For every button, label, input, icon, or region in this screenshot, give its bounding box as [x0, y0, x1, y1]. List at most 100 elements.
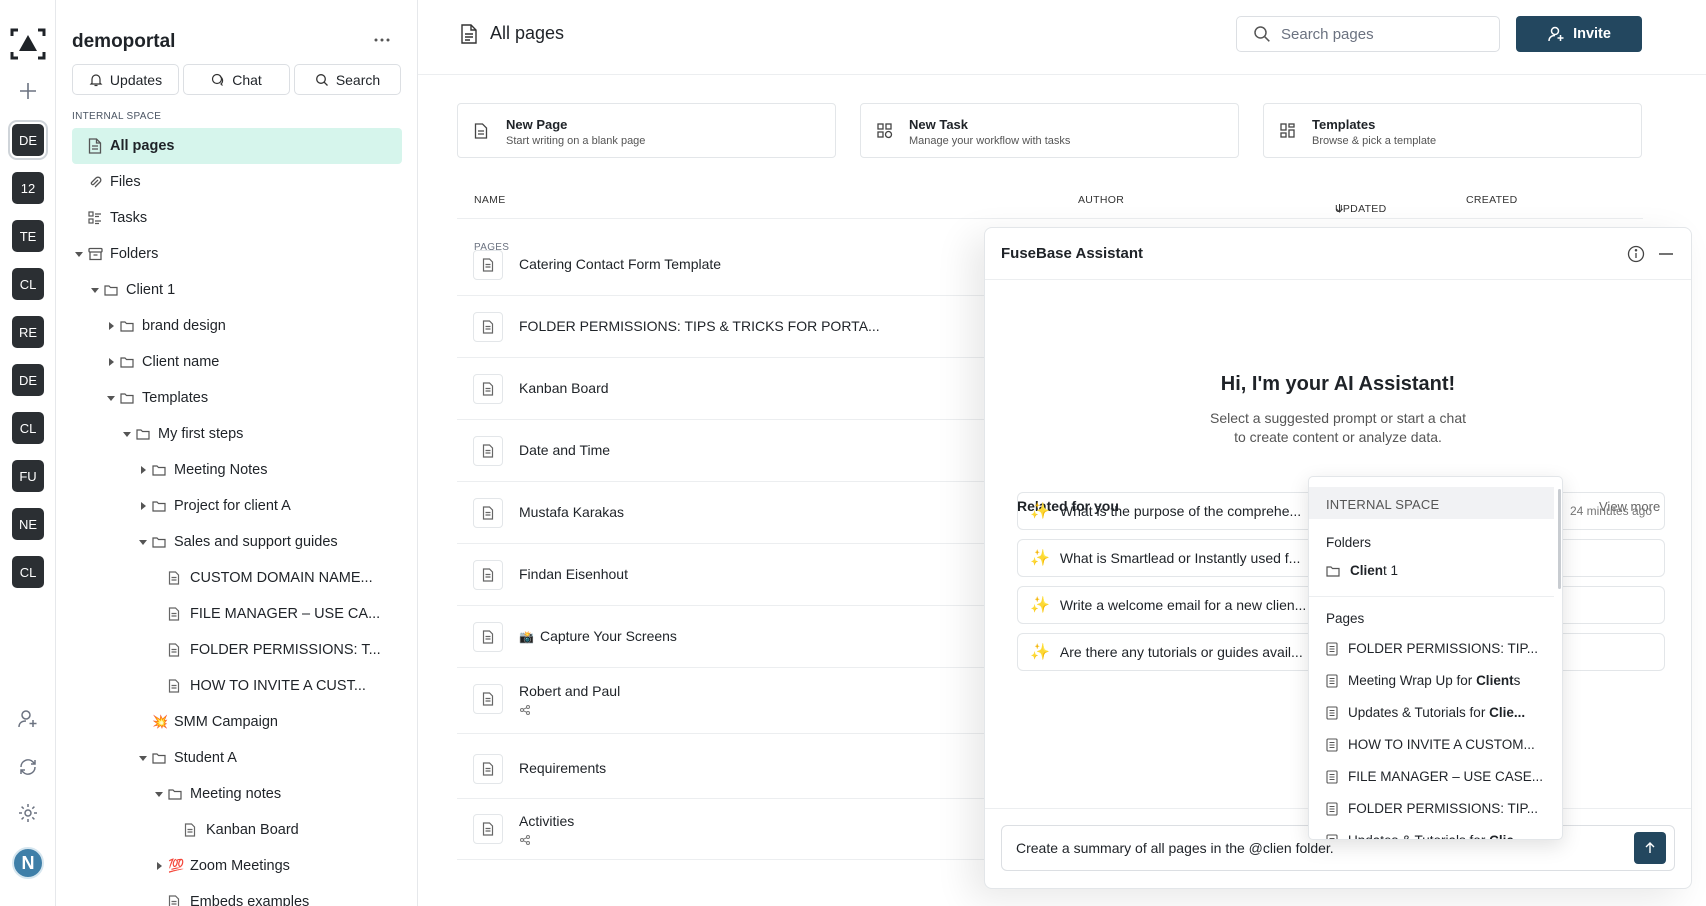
info-icon[interactable]: [1627, 245, 1645, 263]
folder-icon: [120, 356, 134, 368]
workspace-button[interactable]: TE: [12, 220, 44, 252]
updates-tab[interactable]: Updates: [72, 64, 179, 95]
minimize-icon[interactable]: [1657, 245, 1675, 263]
column-created[interactable]: CREATED: [1466, 194, 1518, 206]
page-icon: [184, 823, 196, 837]
label-prefix: FOLDER PERMISSIONS: TIP...: [1348, 801, 1539, 816]
folder-icon: [136, 428, 150, 440]
sidebar-item-label: Project for client A: [174, 498, 291, 514]
pages-icon: [460, 23, 478, 44]
card-subtitle: Browse & pick a template: [1312, 135, 1437, 147]
mention-option-label: FILE MANAGER – USE CASE...: [1348, 769, 1543, 784]
workspace-button[interactable]: RE: [12, 316, 44, 348]
add-workspace-icon[interactable]: [17, 80, 39, 102]
column-name[interactable]: NAME: [474, 194, 506, 206]
label-prefix: Updates & Tutorials for: [1348, 705, 1490, 720]
chevron-right-icon[interactable]: [138, 502, 148, 510]
sidebar-item[interactable]: HOW TO INVITE A CUST...: [72, 668, 402, 704]
chevron-down-icon[interactable]: [74, 250, 84, 258]
new-task-card[interactable]: New Task Manage your workflow with tasks: [860, 103, 1239, 158]
search-pages-input[interactable]: Search pages: [1236, 16, 1500, 52]
sidebar-item[interactable]: Meeting Notes: [72, 452, 402, 488]
row-title: Catering Contact Form Template: [519, 256, 721, 272]
sidebar-item-label: Kanban Board: [206, 822, 299, 838]
mention-option[interactable]: FOLDER PERMISSIONS: TIP...: [1326, 641, 1538, 656]
column-author[interactable]: AUTHOR: [1078, 194, 1124, 206]
templates-card[interactable]: Templates Browse & pick a template: [1263, 103, 1642, 158]
sync-icon[interactable]: [17, 756, 39, 778]
new-page-card[interactable]: New Page Start writing on a blank page: [457, 103, 836, 158]
app-logo-icon[interactable]: [10, 26, 46, 62]
sidebar-item[interactable]: Student A: [72, 740, 402, 776]
chevron-right-icon[interactable]: [106, 358, 116, 366]
burst-emoji: 💥: [152, 714, 169, 729]
sidebar-item[interactable]: Kanban Board: [72, 812, 402, 848]
chevron-down-icon[interactable]: [106, 394, 116, 402]
sidebar-item[interactable]: CUSTOM DOMAIN NAME...: [72, 560, 402, 596]
sidebar-item-label: Client 1: [126, 282, 176, 298]
sidebar-item[interactable]: Templates: [72, 380, 402, 416]
sidebar-item[interactable]: Tasks: [72, 200, 402, 236]
assistant-subtitle-2: to create content or analyze data.: [1234, 429, 1442, 445]
mention-option[interactable]: Meeting Wrap Up for Clients: [1326, 673, 1520, 688]
mention-option[interactable]: HOW TO INVITE A CUSTOM...: [1326, 737, 1535, 752]
sidebar-item[interactable]: Files: [72, 164, 402, 200]
sidebar-item[interactable]: Meeting notes: [72, 776, 402, 812]
chevron-right-icon[interactable]: [138, 466, 148, 474]
folder-icon: [120, 320, 134, 332]
send-button[interactable]: [1634, 832, 1666, 864]
prompt-text: What is the purpose of the comprehe...: [1059, 503, 1302, 519]
invite-button[interactable]: Invite: [1516, 16, 1642, 52]
workspace-button[interactable]: FU: [12, 460, 44, 492]
sidebar-item-label: Templates: [142, 390, 209, 406]
sidebar-item[interactable]: Client 1: [72, 272, 402, 308]
more-options-icon[interactable]: [374, 38, 390, 42]
settings-gear-icon[interactable]: [17, 802, 39, 824]
chevron-down-icon[interactable]: [154, 790, 164, 798]
scrollbar[interactable]: [1558, 489, 1561, 589]
sparkle-icon: ✨: [1030, 503, 1050, 520]
chat-input-value: Create a summary of all pages in the @cl…: [1016, 840, 1334, 856]
sidebar-item[interactable]: 💯 Zoom Meetings: [72, 848, 402, 884]
mention-option[interactable]: Updates & Tutorials for Clie...: [1326, 833, 1525, 839]
workspace-button[interactable]: 12: [12, 172, 44, 204]
prompt-timestamp: 24 minutes ago: [1569, 504, 1652, 518]
sidebar-item[interactable]: brand design: [72, 308, 402, 344]
chevron-down-icon[interactable]: [122, 430, 132, 438]
mention-option[interactable]: FILE MANAGER – USE CASE...: [1326, 769, 1543, 784]
mention-option[interactable]: FOLDER PERMISSIONS: TIP...: [1326, 801, 1538, 816]
sidebar-item[interactable]: 💥 SMM Campaign: [72, 704, 402, 740]
label-prefix: FILE MANAGER – USE CASE...: [1348, 769, 1544, 784]
section-label: INTERNAL SPACE: [72, 111, 162, 122]
sidebar-item[interactable]: Embeds examples: [72, 884, 402, 906]
mention-option[interactable]: Client 1: [1326, 563, 1398, 578]
workspace-button[interactable]: DE: [8, 120, 48, 160]
chevron-down-icon[interactable]: [138, 754, 148, 762]
prompt-text: Write a welcome email for a new clien...: [1059, 597, 1307, 613]
sidebar-item[interactable]: All pages: [72, 128, 402, 164]
sidebar-item[interactable]: Project for client A: [72, 488, 402, 524]
sidebar-item[interactable]: Folders: [72, 236, 402, 272]
workspace-button[interactable]: NE: [12, 508, 44, 540]
chevron-right-icon[interactable]: [106, 322, 116, 330]
workspace-button[interactable]: CL: [12, 412, 44, 444]
row-title-text: FOLDER PERMISSIONS: TIPS & TRICKS FOR PO…: [519, 318, 880, 334]
sidebar-item[interactable]: My first steps: [72, 416, 402, 452]
workspace-button[interactable]: DE: [12, 364, 44, 396]
workspace-button[interactable]: CL: [12, 556, 44, 588]
chevron-down-icon[interactable]: [138, 538, 148, 546]
chat-tab[interactable]: Chat: [183, 64, 290, 95]
sidebar-item[interactable]: FILE MANAGER – USE CA...: [72, 596, 402, 632]
add-user-icon[interactable]: [17, 708, 39, 730]
chevron-right-icon[interactable]: [154, 862, 164, 870]
chevron-down-icon[interactable]: [90, 286, 100, 294]
sidebar-item[interactable]: Sales and support guides: [72, 524, 402, 560]
row-title: 📸 Capture Your Screens: [519, 628, 677, 644]
sidebar-item-label: Zoom Meetings: [190, 858, 290, 874]
sidebar-item[interactable]: FOLDER PERMISSIONS: T...: [72, 632, 402, 668]
search-tab[interactable]: Search: [294, 64, 401, 95]
workspace-button[interactable]: CL: [12, 268, 44, 300]
sidebar-item[interactable]: Client name: [72, 344, 402, 380]
user-avatar[interactable]: N: [12, 847, 44, 879]
mention-option[interactable]: Updates & Tutorials for Clie...: [1326, 705, 1525, 720]
